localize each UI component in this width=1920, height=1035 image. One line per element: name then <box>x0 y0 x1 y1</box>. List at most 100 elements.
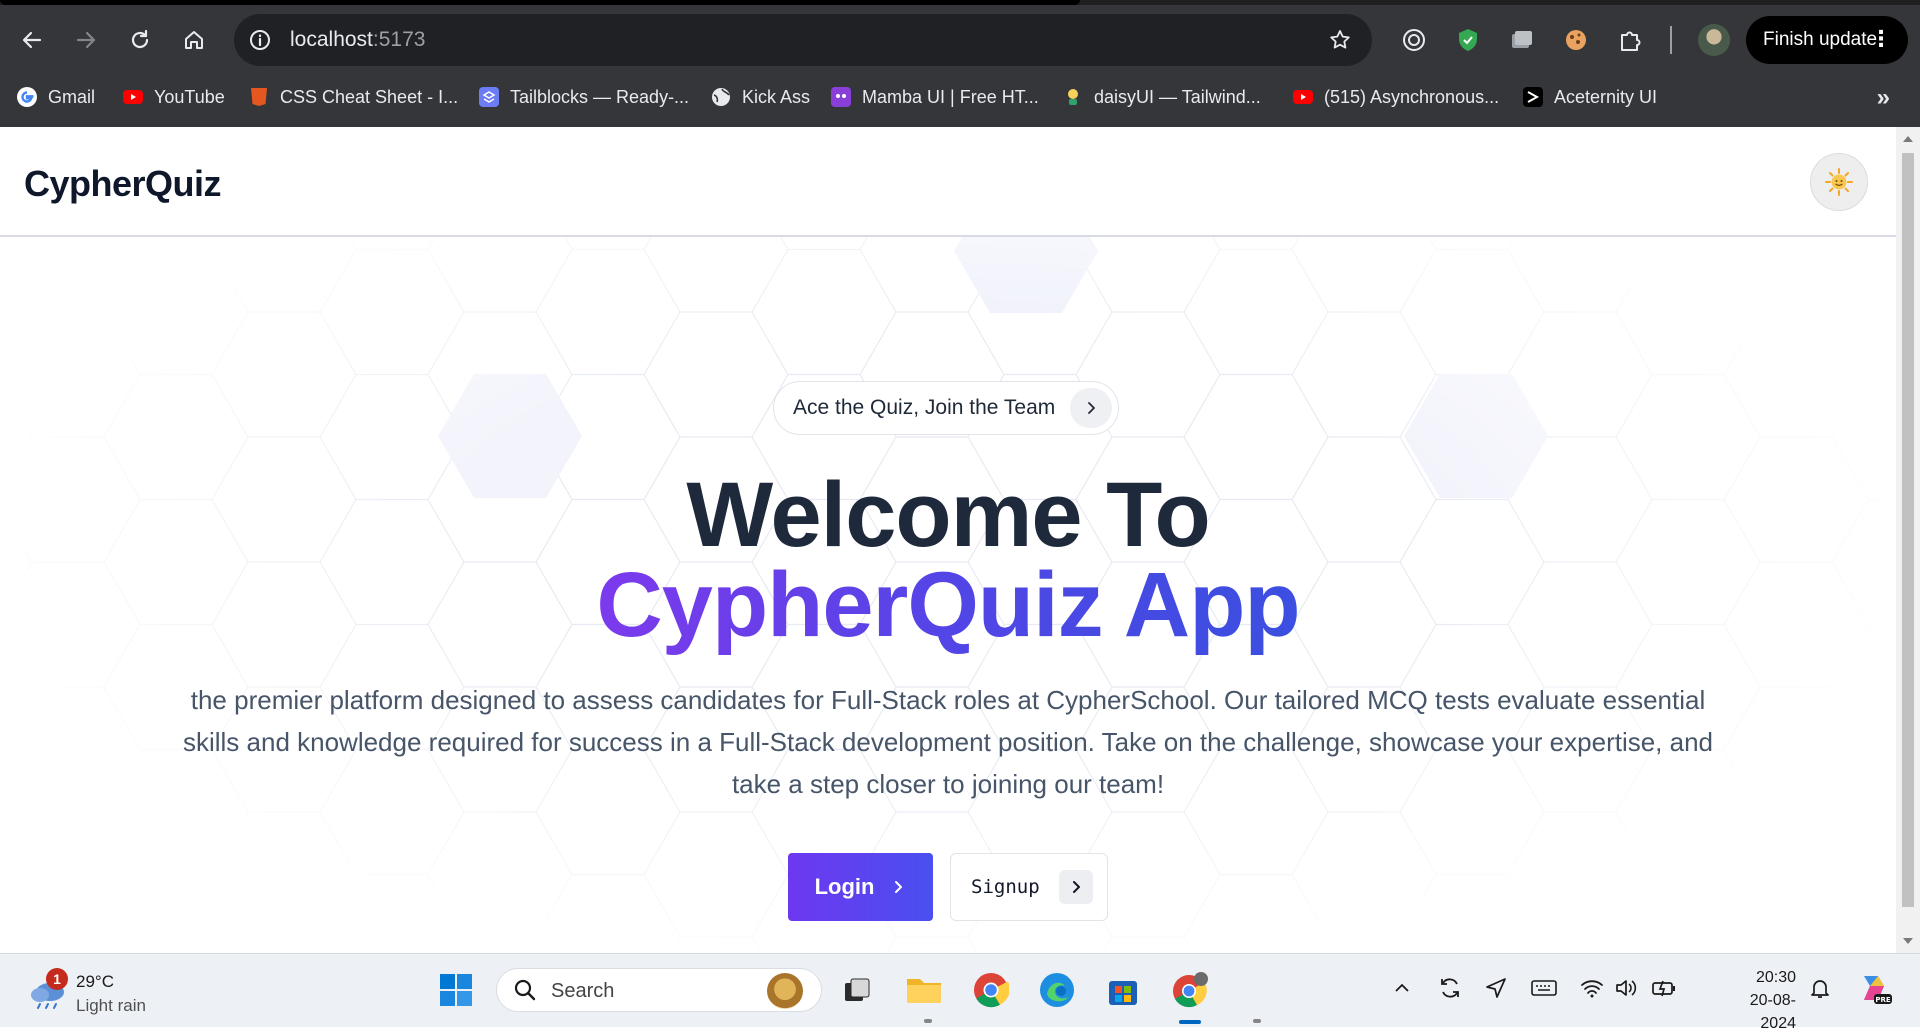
browser-chrome: localhost:5173 Finish update ⋮ Gmail You… <box>0 0 1920 127</box>
aceternity-icon <box>1522 86 1544 108</box>
profile-avatar[interactable] <box>1698 24 1730 56</box>
arrow-right-icon <box>76 31 96 49</box>
forward-button[interactable] <box>66 20 106 60</box>
notifications-button[interactable] <box>1806 974 1834 1002</box>
signup-button[interactable]: Signup <box>950 853 1108 921</box>
window-extension-icon[interactable] <box>1508 26 1536 54</box>
chrome-icon <box>974 973 1009 1008</box>
address-bar[interactable]: localhost:5173 <box>234 14 1372 66</box>
arrow-left-icon <box>22 31 42 49</box>
target-extension-icon[interactable] <box>1400 26 1428 54</box>
hero-section: Ace the Quiz, Join the Team Welcome To C… <box>0 237 1896 953</box>
task-view-icon <box>845 978 870 1001</box>
bookmark-star-icon[interactable] <box>1328 28 1352 52</box>
scroll-down-arrow-icon[interactable] <box>1903 938 1913 944</box>
speaker-icon <box>1616 980 1637 996</box>
running-indicator <box>924 1019 932 1023</box>
volume-tray-button[interactable] <box>1612 974 1640 1002</box>
taskbar-search[interactable]: Search <box>496 968 822 1012</box>
toolbar-separator <box>1670 26 1672 54</box>
clock-date: 20-08-2024 <box>1749 992 1796 1032</box>
headline-line2: CypherQuiz App <box>596 554 1300 656</box>
notification-bell-icon <box>1811 980 1829 998</box>
bookmark-youtube[interactable]: YouTube <box>122 84 225 110</box>
location-arrow-icon <box>1486 978 1506 998</box>
bookmark-kick-ass[interactable]: Kick Ass <box>710 84 810 110</box>
copilot-button[interactable]: PRE <box>1856 970 1892 1006</box>
bookmark-aceternity-ui[interactable]: Aceternity UI <box>1522 84 1657 110</box>
active-tab[interactable] <box>0 0 1080 5</box>
taskbar-app-file-explorer[interactable] <box>902 968 946 1012</box>
copilot-icon: PRE <box>1864 976 1892 1004</box>
taskbar-app-store[interactable] <box>1101 968 1145 1012</box>
finish-update-label: Finish update <box>1763 29 1878 50</box>
shield-extension-icon[interactable] <box>1454 26 1482 54</box>
scrollbar-thumb[interactable] <box>1902 153 1914 907</box>
running-indicator <box>1253 1019 1261 1023</box>
bookmark-css-cheat-sheet[interactable]: CSS Cheat Sheet - I... <box>248 84 458 110</box>
globe-icon <box>710 86 732 108</box>
store-icon <box>1109 981 1137 1005</box>
reload-icon <box>131 29 149 49</box>
reload-button[interactable] <box>120 20 160 60</box>
tailblocks-icon <box>478 86 500 108</box>
kebab-menu-icon[interactable]: ⋮ <box>1870 28 1892 50</box>
chevron-right-icon <box>895 881 903 893</box>
folder-icon <box>907 979 941 1003</box>
css-icon <box>248 86 270 108</box>
battery-tray-button[interactable] <box>1650 974 1678 1002</box>
headline-line1: Welcome To <box>686 464 1210 566</box>
taskbar-app-edge[interactable] <box>1035 968 1079 1012</box>
sun-icon <box>1825 168 1853 196</box>
youtube-icon <box>122 86 144 108</box>
url-text[interactable]: localhost:5173 <box>290 28 425 52</box>
show-hidden-icons-button[interactable] <box>1388 974 1416 1002</box>
page-viewport: CypherQuiz Ace the Quiz, Join the Team W… <box>0 127 1920 953</box>
notification-badge: 1 <box>46 968 68 990</box>
home-button[interactable] <box>174 20 214 60</box>
location-tray-button[interactable] <box>1482 974 1510 1002</box>
site-info-icon[interactable] <box>248 28 272 52</box>
announcement-text: Ace the Quiz, Join the Team <box>793 396 1056 419</box>
taskbar-app-chrome[interactable] <box>969 968 1013 1012</box>
search-icon <box>514 979 536 1001</box>
windows-taskbar: 1 29°C Light rain Search 20:30 20-08-202… <box>0 953 1920 1032</box>
more-bookmarks-button[interactable]: » <box>1877 84 1890 112</box>
wifi-tray-button[interactable] <box>1578 974 1606 1002</box>
daisyui-icon <box>1062 86 1084 108</box>
finish-update-button[interactable]: Finish update ⋮ <box>1746 16 1908 64</box>
bookmark-tailblocks[interactable]: Tailblocks — Ready-... <box>478 84 689 110</box>
weather-widget[interactable]: 1 29°C Light rain <box>26 966 176 1016</box>
keyboard-icon <box>1531 980 1557 996</box>
theme-toggle-button[interactable] <box>1810 153 1868 211</box>
svg-text:PRE: PRE <box>1875 996 1891 1004</box>
youtube-icon <box>1292 86 1314 108</box>
google-icon <box>16 86 38 108</box>
bookmark-gmail[interactable]: Gmail <box>16 84 95 110</box>
start-button[interactable] <box>434 968 478 1012</box>
announcement-pill[interactable]: Ace the Quiz, Join the Team <box>773 381 1119 435</box>
windows-logo-icon <box>440 974 472 1006</box>
brand-logo[interactable]: CypherQuiz <box>24 163 222 205</box>
sync-tray-button[interactable] <box>1436 974 1464 1002</box>
login-button[interactable]: Login <box>788 853 933 921</box>
chevron-up-icon <box>1395 983 1409 992</box>
taskbar-app-chrome-profile[interactable] <box>1168 968 1212 1012</box>
keyboard-tray-button[interactable] <box>1530 974 1558 1002</box>
extensions-puzzle-icon[interactable] <box>1616 26 1644 54</box>
taskbar-app-task-view[interactable] <box>835 968 879 1012</box>
home-icon <box>185 31 203 49</box>
system-clock[interactable]: 20:30 20-08-2024 <box>1716 966 1796 1035</box>
bookmark-daisyui[interactable]: daisyUI — Tailwind... <box>1062 84 1261 110</box>
cookie-extension-icon[interactable] <box>1562 26 1590 54</box>
weather-condition: Light rain <box>76 996 146 1015</box>
back-button[interactable] <box>12 20 52 60</box>
hero-description: the premier platform designed to assess … <box>182 685 1714 799</box>
page-scrollbar[interactable] <box>1896 127 1920 953</box>
scroll-up-arrow-icon[interactable] <box>1903 136 1913 142</box>
login-label: Login <box>814 874 875 899</box>
bookmark-mamba-ui[interactable]: Mamba UI | Free HT... <box>830 84 1039 110</box>
mamba-icon <box>830 86 852 108</box>
signup-label: Signup <box>971 876 1040 898</box>
bookmark-asynchronous[interactable]: (515) Asynchronous... <box>1292 84 1499 110</box>
